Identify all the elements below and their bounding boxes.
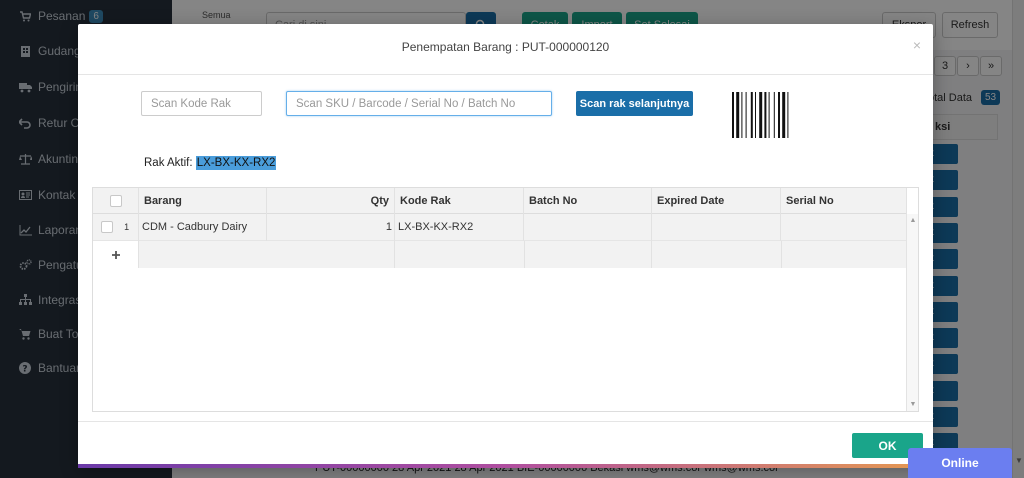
column-header-batch-no[interactable]: Batch No xyxy=(524,188,652,214)
row-checkbox[interactable] xyxy=(101,221,113,234)
column-header-expired-date[interactable]: Expired Date xyxy=(652,188,781,214)
cell-serial-no[interactable] xyxy=(781,214,907,241)
barcode-bar xyxy=(787,92,789,138)
scroll-up-icon[interactable]: ▲ xyxy=(907,217,919,224)
barcode-bar xyxy=(764,92,767,138)
select-all-cell xyxy=(93,188,139,214)
online-chat-button[interactable]: Online xyxy=(908,448,1012,478)
cell-qty[interactable]: 1 xyxy=(267,214,395,241)
barcode-bar xyxy=(736,92,740,138)
grid-scrollbar[interactable]: ▲ ▼ xyxy=(906,214,918,411)
modal-title: Penempatan Barang : PUT-000000120 xyxy=(401,40,610,54)
barcode-bar xyxy=(768,92,770,138)
rak-aktif-value: LX-BX-KX-RX2 xyxy=(195,156,277,170)
column-header-kode-rak[interactable]: Kode Rak xyxy=(395,188,524,214)
row-select-cell: 1 xyxy=(93,214,139,241)
barcode-bar xyxy=(759,92,763,138)
barcode-image xyxy=(732,92,789,138)
column-header-serial-no[interactable]: Serial No xyxy=(781,188,907,214)
barcode-bar xyxy=(782,92,786,138)
barcode-bar xyxy=(773,92,775,138)
barcode-bar xyxy=(732,92,734,138)
table-row[interactable]: 1 CDM - Cadbury Dairy Milk 1 LX-BX-KX-RX… xyxy=(93,214,907,260)
scan-rak-selanjutnya-button[interactable]: Scan rak selanjutnya xyxy=(576,91,693,116)
add-row-button[interactable] xyxy=(93,241,139,268)
penempatan-barang-modal: Penempatan Barang : PUT-000000120 × Scan… xyxy=(78,24,933,466)
barcode-bar xyxy=(778,92,780,138)
column-header-barang[interactable]: Barang xyxy=(139,188,267,214)
cell-batch-no[interactable] xyxy=(524,214,652,241)
divider xyxy=(78,74,933,75)
grid-header-row: Barang Qty Kode Rak Batch No Expired Dat… xyxy=(93,188,907,214)
select-all-checkbox[interactable] xyxy=(110,195,122,207)
plus-icon xyxy=(111,250,120,259)
add-row-filler xyxy=(781,241,782,268)
rak-aktif: Rak Aktif: LX-BX-KX-RX2 xyxy=(144,156,277,170)
barcode-bar xyxy=(741,92,743,138)
cell-barang[interactable]: CDM - Cadbury Dairy Milk xyxy=(139,214,267,260)
row-number: 1 xyxy=(124,222,130,232)
cell-kode-rak[interactable]: LX-BX-KX-RX2 xyxy=(395,214,524,241)
scroll-down-icon[interactable]: ▼ xyxy=(907,401,919,408)
add-row-filler xyxy=(139,241,395,268)
column-header-qty[interactable]: Qty xyxy=(267,188,395,214)
add-row xyxy=(93,241,907,268)
add-row-filler xyxy=(524,241,652,268)
penempatan-grid: Barang Qty Kode Rak Batch No Expired Dat… xyxy=(92,187,919,412)
rak-aktif-label: Rak Aktif: xyxy=(144,157,193,169)
scan-sku-input[interactable] xyxy=(286,91,552,116)
barcode-bar xyxy=(755,92,756,138)
scan-kode-rak-input[interactable] xyxy=(141,91,262,116)
close-icon[interactable]: × xyxy=(913,37,921,53)
modal-accent-stripe xyxy=(78,464,933,468)
divider xyxy=(78,421,933,422)
barcode-bar xyxy=(750,92,753,138)
barcode-bar xyxy=(745,92,747,138)
cell-expired-date[interactable] xyxy=(652,214,781,241)
